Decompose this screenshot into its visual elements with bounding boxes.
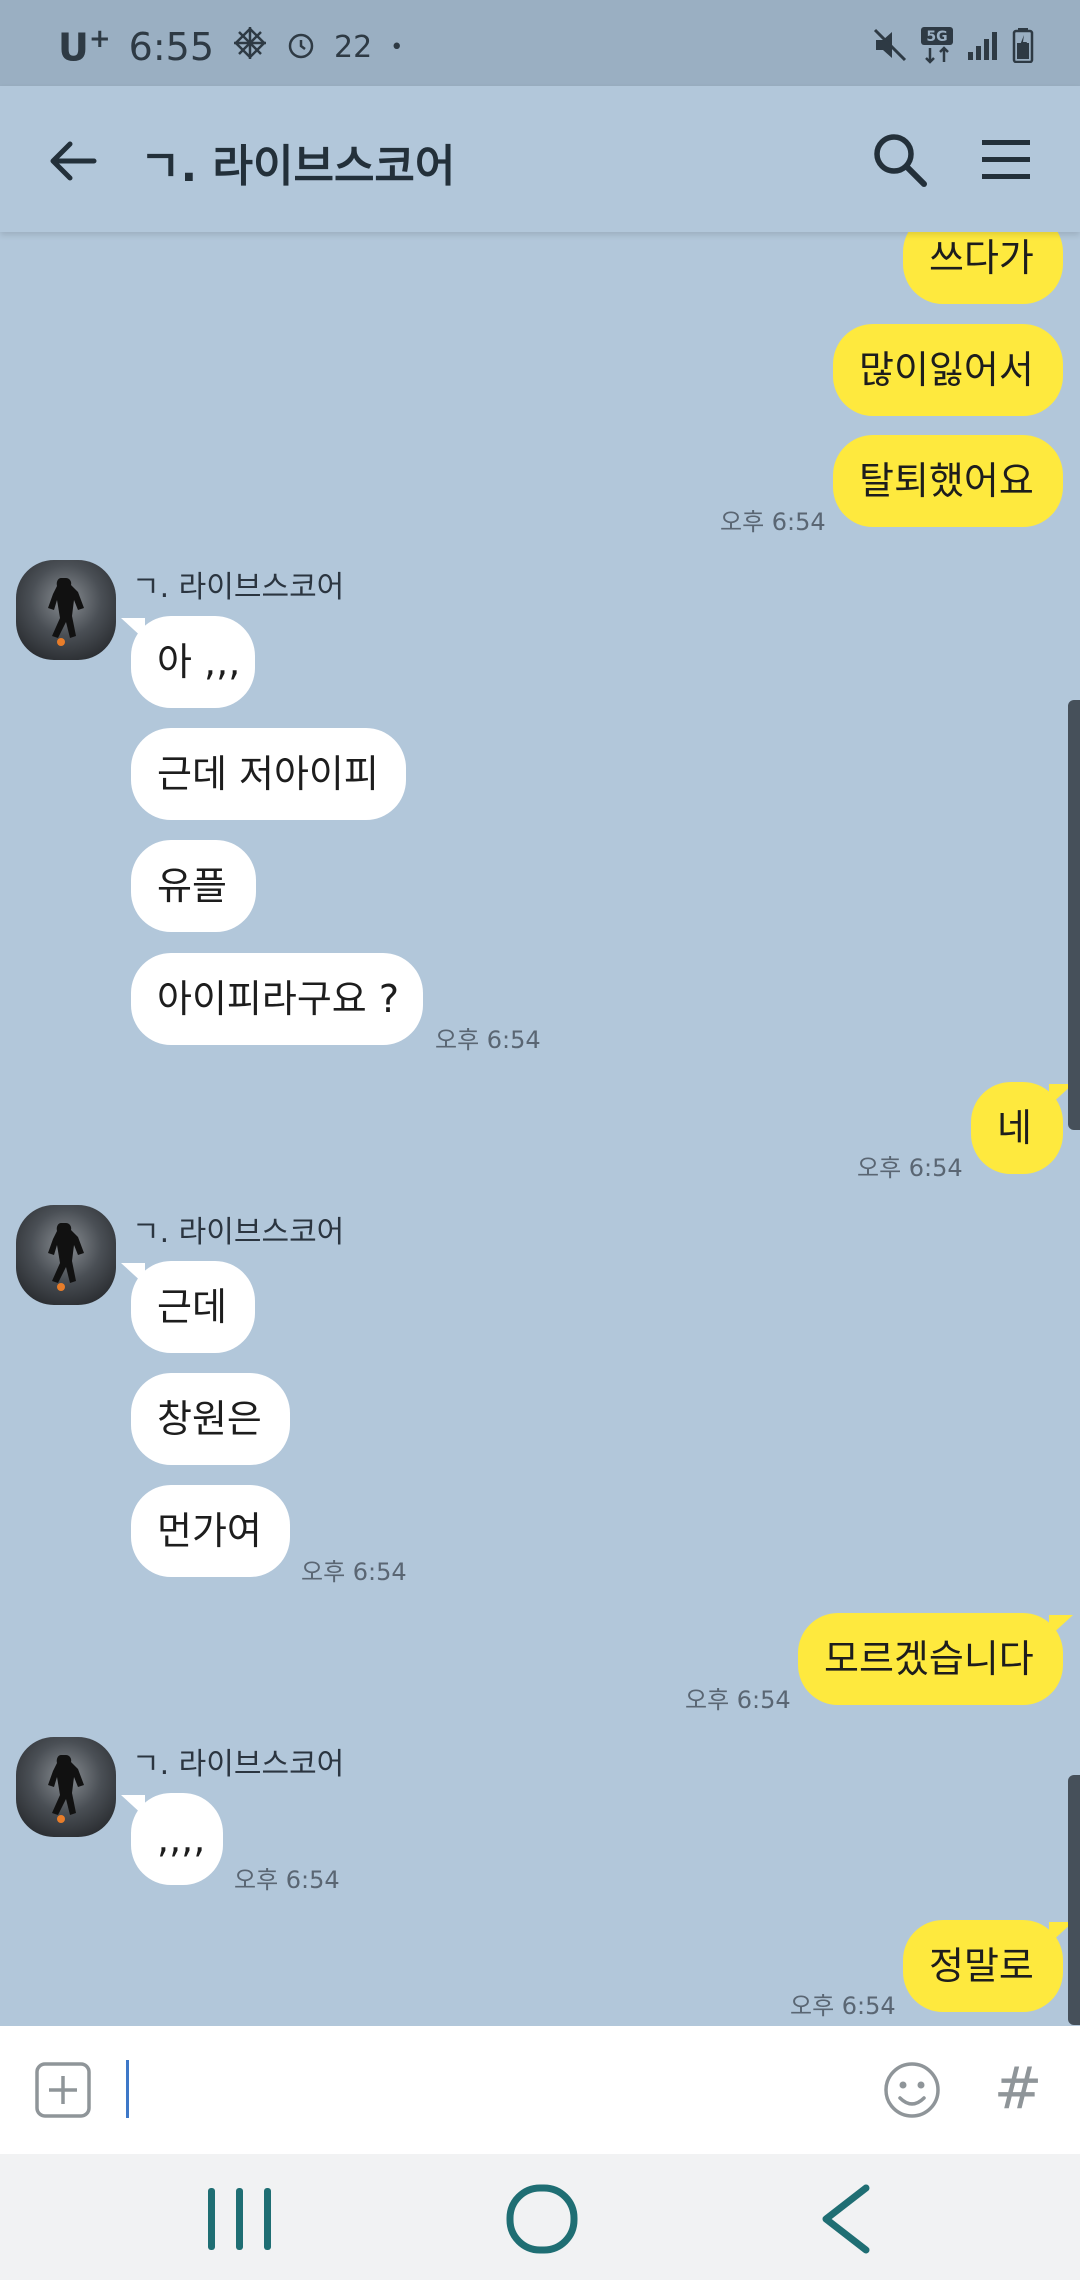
chat-message-list[interactable]: 쓰다가 많이잃어서 탈퇴했어요 오후 6:54 ㄱ. 라이브스코어 아 ,,, … — [0, 232, 1080, 2026]
battery-icon — [1012, 27, 1034, 63]
5g-icon: 5G — [920, 26, 954, 64]
hashtag-button[interactable]: # — [990, 2056, 1046, 2120]
scrollbar-thumb[interactable] — [1068, 1775, 1080, 2025]
avatar[interactable] — [16, 1205, 116, 1305]
their-message-bubble[interactable]: 근데 저아이피 — [131, 728, 406, 820]
message-timestamp: 오후 6:54 — [234, 1866, 340, 1894]
status-time: 6:55 — [128, 25, 214, 69]
status-dot: • — [390, 34, 404, 60]
status-bar: U+ 6:55 22 • 5G — [0, 0, 1080, 86]
avatar[interactable] — [16, 560, 116, 660]
message-timestamp: 오후 6:54 — [301, 1558, 407, 1586]
home-icon[interactable] — [504, 2184, 580, 2254]
their-message-bubble[interactable]: 아 ,,, — [131, 616, 255, 708]
system-nav-bar — [0, 2154, 1080, 2280]
sender-name: ㄱ. 라이브스코어 — [132, 570, 345, 605]
message-timestamp: 오후 6:54 — [685, 1686, 791, 1714]
message-timestamp: 오후 6:54 — [720, 508, 826, 536]
alarm-icon — [286, 25, 316, 69]
scrollbar-thumb[interactable] — [1068, 700, 1080, 1130]
recents-icon[interactable] — [202, 2184, 278, 2254]
carrier-label: U+ — [58, 24, 111, 70]
avatar[interactable] — [16, 1737, 116, 1837]
message-input[interactable] — [126, 2060, 129, 2118]
my-message-bubble[interactable]: 탈퇴했어요 — [833, 435, 1063, 527]
my-message-bubble[interactable]: 많이잃어서 — [833, 324, 1063, 416]
my-message-bubble[interactable]: 네 — [971, 1082, 1063, 1174]
back-icon[interactable] — [808, 2182, 884, 2256]
svg-text:5G: 5G — [926, 29, 947, 45]
signal-icon — [966, 28, 1000, 62]
sender-name: ㄱ. 라이브스코어 — [132, 1215, 345, 1250]
hamburger-menu-icon[interactable] — [976, 132, 1036, 188]
my-message-bubble[interactable]: 쓰다가 — [903, 232, 1063, 304]
their-message-bubble[interactable]: 근데 — [131, 1261, 255, 1353]
their-message-bubble[interactable]: 먼가여 — [131, 1485, 290, 1577]
message-timestamp: 오후 6:54 — [435, 1026, 541, 1054]
back-arrow-icon[interactable] — [44, 131, 104, 191]
search-icon[interactable] — [868, 128, 932, 192]
their-message-bubble[interactable]: ,,,, — [131, 1793, 223, 1885]
their-message-bubble[interactable]: 창원은 — [131, 1373, 290, 1465]
message-timestamp: 오후 6:54 — [790, 1992, 896, 2020]
their-message-bubble[interactable]: 아이피라구요 ? — [131, 953, 423, 1045]
chat-header: ㄱ. 라이브스코어 — [0, 86, 1080, 232]
plus-box-icon[interactable] — [34, 2061, 92, 2119]
mute-icon — [872, 27, 908, 63]
emoji-icon[interactable] — [882, 2060, 942, 2120]
chat-title: ㄱ. 라이브스코어 — [140, 141, 456, 192]
message-timestamp: 오후 6:54 — [857, 1154, 963, 1182]
settings-snowflake-icon — [232, 25, 268, 70]
my-message-bubble[interactable]: 모르겠습니다 — [798, 1613, 1063, 1705]
my-message-bubble[interactable]: 정말로 — [903, 1920, 1063, 2012]
message-input-bar: # — [0, 2026, 1080, 2154]
notification-count: 22 — [334, 29, 373, 65]
their-message-bubble[interactable]: 유플 — [131, 840, 256, 932]
sender-name: ㄱ. 라이브스코어 — [132, 1747, 345, 1782]
